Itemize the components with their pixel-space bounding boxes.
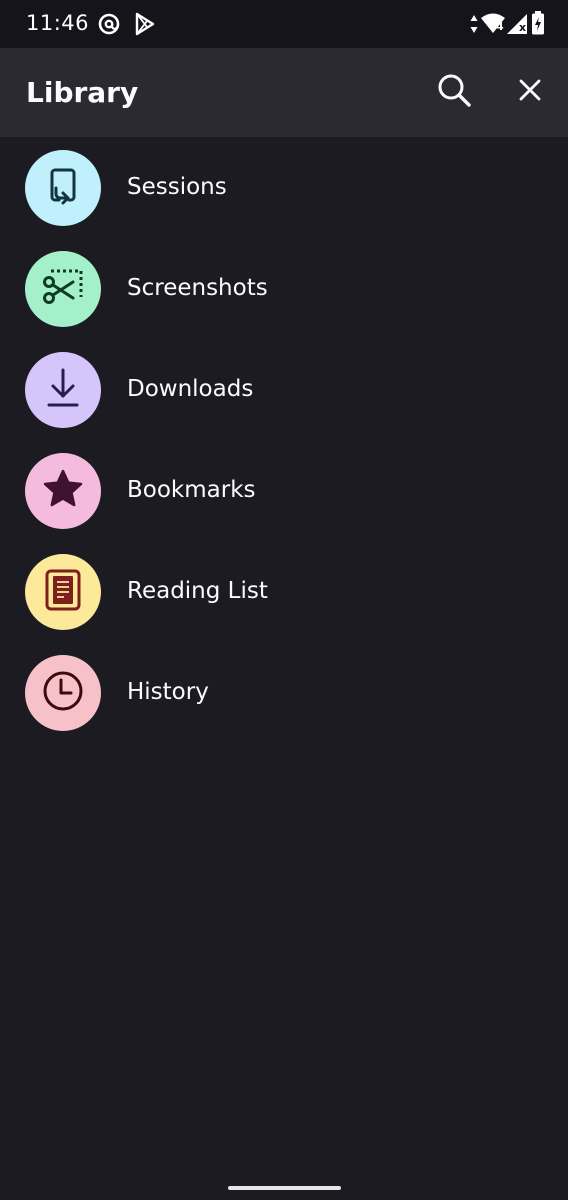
- list-item-label: Bookmarks: [127, 477, 256, 503]
- list-item-label: Reading List: [127, 578, 268, 604]
- list-item-bookmarks[interactable]: Bookmarks: [0, 440, 568, 541]
- list-item-label: Sessions: [127, 174, 227, 200]
- star-icon: [41, 467, 85, 515]
- screenshots-icon-circle: [25, 251, 101, 327]
- library-list: Sessions Screenshots Downloads Bookmarks…: [0, 137, 568, 743]
- search-button[interactable]: [432, 70, 476, 114]
- clock-icon: [41, 669, 85, 717]
- list-item-sessions[interactable]: Sessions: [0, 137, 568, 238]
- scissors-icon: [39, 265, 87, 313]
- status-time: 11:46: [26, 11, 90, 35]
- list-item-label: Screenshots: [127, 275, 268, 301]
- history-icon-circle: [25, 655, 101, 731]
- download-icon: [43, 366, 83, 414]
- close-button[interactable]: [508, 70, 552, 114]
- list-item-reading-list[interactable]: Reading List: [0, 541, 568, 642]
- list-item-downloads[interactable]: Downloads: [0, 339, 568, 440]
- signal-badge: x: [519, 21, 527, 34]
- home-indicator[interactable]: [228, 1186, 341, 1190]
- page-title: Library: [26, 76, 139, 109]
- toolbar: Library: [0, 48, 568, 137]
- play-store-icon: [134, 12, 156, 40]
- at-sign-icon: [97, 12, 121, 40]
- reading-list-icon-circle: [25, 554, 101, 630]
- sessions-icon: [43, 164, 83, 212]
- list-item-label: Downloads: [127, 376, 254, 402]
- battery-charging-icon: [531, 11, 545, 39]
- downloads-icon-circle: [25, 352, 101, 428]
- wifi-badge: 4: [496, 20, 504, 33]
- list-item-screenshots[interactable]: Screenshots: [0, 238, 568, 339]
- search-icon: [436, 72, 472, 112]
- sessions-icon-circle: [25, 150, 101, 226]
- data-arrows-icon: [470, 14, 478, 38]
- status-bar: 11:46 4 x: [0, 0, 568, 48]
- list-item-label: History: [127, 679, 209, 705]
- bookmarks-icon-circle: [25, 453, 101, 529]
- list-item-history[interactable]: History: [0, 642, 568, 743]
- close-icon: [518, 78, 542, 106]
- reading-list-icon: [43, 568, 83, 616]
